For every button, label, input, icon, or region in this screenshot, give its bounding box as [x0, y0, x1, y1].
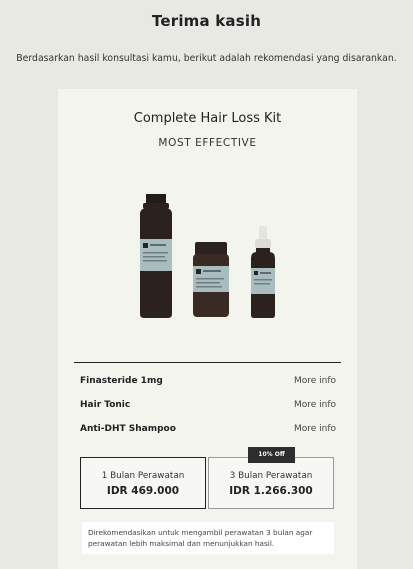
divider	[74, 362, 341, 363]
page-subtitle: Berdasarkan hasil konsultasi kamu, berik…	[16, 53, 397, 64]
tall-bottle	[140, 194, 172, 318]
kit-item-shampoo: Anti-DHT Shampoo More info	[80, 422, 336, 436]
product-image	[140, 194, 275, 318]
kit-item-hair-tonic: Hair Tonic More info	[80, 398, 336, 412]
more-info-link[interactable]: More info	[294, 400, 336, 410]
kit-item-finasteride: Finasteride 1mg More info	[80, 374, 336, 388]
plan-label: 3 Bulan Perawatan	[229, 471, 313, 481]
plan-option-1-month[interactable]: 1 Bulan Perawatan IDR 469.000	[80, 457, 206, 509]
plan-price: IDR 469.000	[106, 485, 180, 497]
page-title: Terima kasih	[151, 12, 262, 30]
plan-price: IDR 1.266.300	[229, 485, 313, 497]
spray-bottle	[251, 226, 275, 318]
item-name: Finasteride 1mg	[80, 376, 163, 386]
item-name: Hair Tonic	[80, 400, 131, 410]
kit-tag: MOST EFFECTIVE	[158, 137, 257, 149]
kit-name: Complete Hair Loss Kit	[133, 111, 282, 126]
recommendation-note: Direkomendasikan untuk mengambil perawat…	[82, 522, 334, 554]
plan-label: 1 Bulan Perawatan	[101, 471, 185, 481]
discount-badge: 10% Off	[248, 447, 295, 463]
jar	[193, 242, 229, 317]
recommendation-card: Complete Hair Loss Kit MOST EFFECTIVE Fi…	[58, 89, 357, 569]
more-info-link[interactable]: More info	[294, 424, 336, 434]
more-info-link[interactable]: More info	[294, 376, 336, 386]
item-name: Anti-DHT Shampoo	[80, 424, 176, 434]
plan-option-3-month[interactable]: 3 Bulan Perawatan IDR 1.266.300	[208, 457, 334, 509]
